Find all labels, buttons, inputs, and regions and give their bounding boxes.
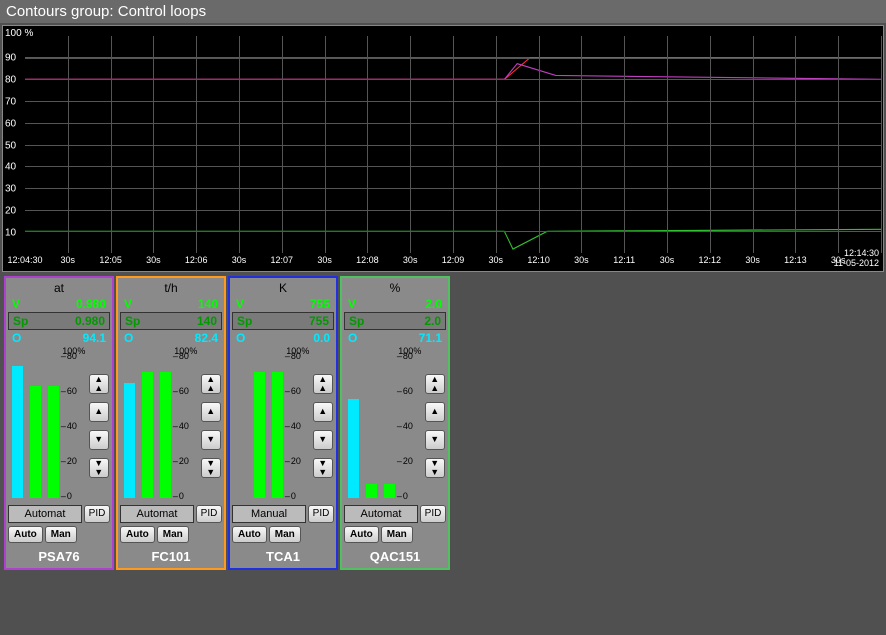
down-button[interactable]: ▼ [313,430,333,450]
man-button[interactable]: Man [269,526,301,543]
setpoint-row[interactable]: Sp2.0 [344,312,446,330]
bar-display [120,348,173,503]
pid-button[interactable]: PID [196,505,222,523]
mode-display: Automat [344,505,418,523]
xtick: 12:05 [99,255,122,265]
control-panel-TCA1: KV755Sp755O0.0100%806040200▲▲▲▼▼▼ManualP… [228,276,338,570]
setpoint-row[interactable]: Sp140 [120,312,222,330]
output-row: O71.1 [344,330,446,346]
ytick: 60 [5,118,16,129]
trend-chart[interactable]: 100 % 908070605040302010 12:04:3030s12:0… [2,25,884,272]
panel-unit: % [344,280,446,296]
window-title: Contours group: Control loops [0,0,886,23]
double-up-button[interactable]: ▲▲ [425,374,445,394]
xtick: 30s [574,255,589,265]
man-button[interactable]: Man [381,526,413,543]
ytick: 30 [5,184,16,195]
xtick: 12:04:30 [7,255,42,265]
mode-display: Automat [8,505,82,523]
xtick: 30s [489,255,504,265]
xtick: 30s [232,255,247,265]
value-row: V755 [232,296,334,312]
xtick: 30s [403,255,418,265]
panel-unit: t/h [120,280,222,296]
panel-name: TCA1 [232,543,334,566]
up-button[interactable]: ▲ [201,402,221,422]
man-button[interactable]: Man [157,526,189,543]
panel-name: QAC151 [344,543,446,566]
xtick: 12:08 [356,255,379,265]
panel-unit: at [8,280,110,296]
bar-scale: 100%806040200 [173,348,199,503]
value-row: V2.0 [344,296,446,312]
man-button[interactable]: Man [45,526,77,543]
output-row: O82.4 [120,330,222,346]
output-row: O94.1 [8,330,110,346]
value-row: V0.980 [8,296,110,312]
control-panel-FC101: t/hV140Sp140O82.4100%806040200▲▲▲▼▼▼Auto… [116,276,226,570]
value-row: V140 [120,296,222,312]
up-button[interactable]: ▲ [313,402,333,422]
auto-button[interactable]: Auto [120,526,155,543]
xtick: 30s [61,255,76,265]
xtick: 12:11 [613,255,635,265]
control-panel-QAC151: %V2.0Sp2.0O71.1100%806040200▲▲▲▼▼▼Automa… [340,276,450,570]
panel-name: PSA76 [8,543,110,566]
auto-button[interactable]: Auto [8,526,43,543]
xtick: 12:09 [442,255,465,265]
pid-button[interactable]: PID [84,505,110,523]
ytick: 70 [5,96,16,107]
down-button[interactable]: ▼ [425,430,445,450]
down-button[interactable]: ▼ [89,430,109,450]
mode-display: Automat [120,505,194,523]
double-down-button[interactable]: ▼▼ [425,458,445,478]
xtick: 12:07 [271,255,294,265]
double-up-button[interactable]: ▲▲ [201,374,221,394]
bar-scale: 100%806040200 [61,348,87,503]
ytick: 50 [5,140,16,151]
bar-scale: 100%806040200 [397,348,423,503]
xtick: 12:13 [784,255,807,265]
xtick: 30s [317,255,332,265]
double-down-button[interactable]: ▼▼ [201,458,221,478]
ytick: 40 [5,162,16,173]
auto-button[interactable]: Auto [232,526,267,543]
xtick: 12:06 [185,255,208,265]
auto-button[interactable]: Auto [344,526,379,543]
output-row: O0.0 [232,330,334,346]
pid-button[interactable]: PID [308,505,334,523]
xtick: 30s [660,255,675,265]
ytick: 90 [5,52,16,63]
setpoint-row[interactable]: Sp0.980 [8,312,110,330]
setpoint-row[interactable]: Sp755 [232,312,334,330]
panel-unit: K [232,280,334,296]
bar-display [232,348,285,503]
double-up-button[interactable]: ▲▲ [89,374,109,394]
mode-display: Manual [232,505,306,523]
bar-display [8,348,61,503]
xtick: 12:12 [699,255,722,265]
control-panel-PSA76: atV0.980Sp0.980O94.1100%806040200▲▲▲▼▼▼A… [4,276,114,570]
double-up-button[interactable]: ▲▲ [313,374,333,394]
double-down-button[interactable]: ▼▼ [89,458,109,478]
bar-scale: 100%806040200 [285,348,311,503]
up-button[interactable]: ▲ [89,402,109,422]
xtick: 30s [745,255,760,265]
ytick: 10 [5,228,16,239]
xtick: 30s [146,255,161,265]
down-button[interactable]: ▼ [201,430,221,450]
bar-display [344,348,397,503]
ytick: 20 [5,206,16,217]
ytick: 80 [5,74,16,85]
pid-button[interactable]: PID [420,505,446,523]
xtick: 12:10 [527,255,550,265]
double-down-button[interactable]: ▼▼ [313,458,333,478]
chart-timestamp: 12:14:3011-05-2012 [834,249,879,269]
up-button[interactable]: ▲ [425,402,445,422]
panel-name: FC101 [120,543,222,566]
